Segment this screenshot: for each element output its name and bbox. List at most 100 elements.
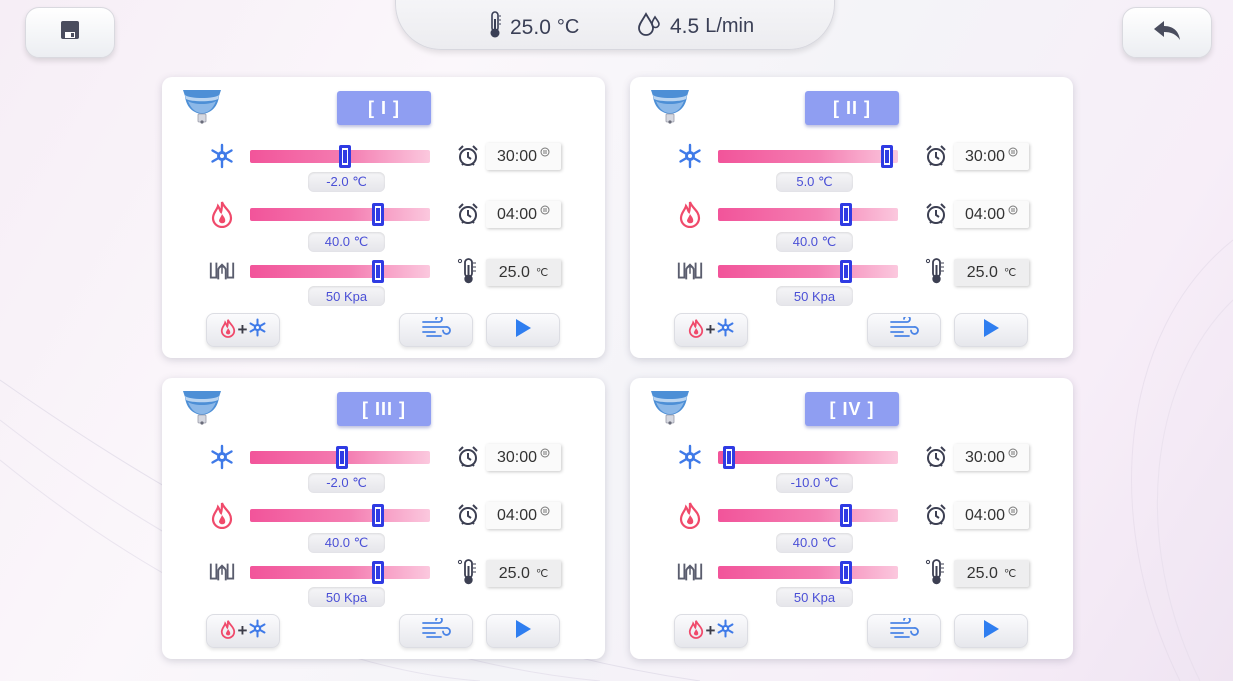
cool-timer-display[interactable]: 30:00 bbox=[954, 444, 1029, 471]
slider-thumb[interactable] bbox=[839, 203, 852, 226]
channel-card-1: [ I ] -2.0 ℃ 30:00 40.0 ℃ 04:00 50 Kpa 2… bbox=[162, 77, 605, 358]
slider-thumb[interactable] bbox=[371, 561, 384, 584]
heat-cool-combo-button[interactable]: + bbox=[674, 313, 748, 347]
cool-temperature-slider[interactable] bbox=[718, 145, 898, 168]
heat-cool-combo-button[interactable]: + bbox=[206, 614, 280, 648]
cryo-handpiece-icon bbox=[180, 387, 224, 436]
play-icon bbox=[982, 318, 1000, 343]
cryo-handpiece-icon bbox=[648, 86, 692, 135]
channel-title-button[interactable]: [ III ] bbox=[337, 392, 431, 426]
cool-temperature-slider[interactable] bbox=[250, 145, 430, 168]
slider-thumb[interactable] bbox=[371, 203, 384, 226]
water-drop-icon bbox=[636, 11, 662, 42]
start-button[interactable] bbox=[486, 614, 560, 648]
flame-icon bbox=[208, 200, 236, 228]
snowflake-icon bbox=[208, 443, 236, 471]
heat-temperature-slider[interactable] bbox=[250, 203, 430, 226]
cool-timer-display[interactable]: 30:00 bbox=[954, 143, 1029, 170]
air-flow-button[interactable] bbox=[867, 313, 941, 347]
wind-icon bbox=[421, 314, 451, 344]
slider-thumb[interactable] bbox=[335, 446, 348, 469]
pressure-slider[interactable] bbox=[250, 260, 430, 283]
alarm-clock-icon bbox=[922, 443, 950, 471]
save-button[interactable] bbox=[25, 7, 115, 58]
flow-value: 4.5 bbox=[670, 14, 700, 38]
pressure-slider[interactable] bbox=[250, 561, 430, 584]
flow-rate-readout: 4.5 L/min bbox=[636, 11, 754, 42]
channel-card-2: [ II ] 5.0 ℃ 30:00 40.0 ℃ 04:00 50 Kpa 2… bbox=[630, 77, 1073, 358]
alarm-clock-icon bbox=[922, 142, 950, 170]
timer-badge-icon bbox=[1008, 144, 1018, 162]
back-arrow-icon bbox=[1152, 19, 1182, 46]
flame-icon bbox=[676, 501, 704, 529]
air-flow-button[interactable] bbox=[399, 614, 473, 648]
air-flow-button[interactable] bbox=[867, 614, 941, 648]
vacuum-pressure-icon bbox=[208, 257, 236, 285]
heat-timer-display[interactable]: 04:00 bbox=[486, 502, 561, 529]
air-flow-button[interactable] bbox=[399, 313, 473, 347]
channel-title-button[interactable]: [ I ] bbox=[337, 91, 431, 125]
start-button[interactable] bbox=[954, 614, 1028, 648]
skin-temperature-display: 25.0 ℃ bbox=[954, 259, 1029, 286]
skin-temperature-unit: ℃ bbox=[1003, 568, 1017, 580]
heat-timer-display[interactable]: 04:00 bbox=[486, 201, 561, 228]
plus-icon: + bbox=[237, 320, 248, 339]
heat-timer-display[interactable]: 04:00 bbox=[954, 201, 1029, 228]
thermometer-icon bbox=[454, 257, 482, 285]
heat-cool-combo-button[interactable]: + bbox=[206, 313, 280, 347]
heat-temperature-value: 40.0 ℃ bbox=[308, 232, 385, 252]
snowflake-icon bbox=[716, 318, 735, 342]
channel-title-button[interactable]: [ II ] bbox=[805, 91, 899, 125]
pressure-slider[interactable] bbox=[718, 260, 898, 283]
thermometer-icon bbox=[454, 558, 482, 586]
timer-badge-icon bbox=[1008, 445, 1018, 463]
cool-temperature-slider[interactable] bbox=[718, 446, 898, 469]
heat-timer-display[interactable]: 04:00 bbox=[954, 502, 1029, 529]
save-icon bbox=[59, 19, 81, 46]
slider-thumb[interactable] bbox=[722, 446, 735, 469]
slider-thumb[interactable] bbox=[881, 145, 894, 168]
start-button[interactable] bbox=[486, 313, 560, 347]
heat-timer-value: 04:00 bbox=[964, 205, 1006, 223]
heat-temperature-value: 40.0 ℃ bbox=[776, 533, 853, 553]
slider-thumb[interactable] bbox=[371, 260, 384, 283]
cool-timer-display[interactable]: 30:00 bbox=[486, 444, 561, 471]
cool-temperature-value: -2.0 ℃ bbox=[308, 172, 385, 192]
pressure-slider[interactable] bbox=[718, 561, 898, 584]
start-button[interactable] bbox=[954, 313, 1028, 347]
timer-badge-icon bbox=[540, 202, 550, 220]
snowflake-icon bbox=[208, 142, 236, 170]
snowflake-icon bbox=[676, 443, 704, 471]
skin-temperature-value: 25.0 bbox=[498, 263, 530, 281]
plus-icon: + bbox=[705, 621, 716, 640]
alarm-clock-icon bbox=[454, 501, 482, 529]
alarm-clock-icon bbox=[454, 443, 482, 471]
heat-temperature-slider[interactable] bbox=[718, 504, 898, 527]
heat-temperature-slider[interactable] bbox=[718, 203, 898, 226]
plus-icon: + bbox=[705, 320, 716, 339]
slider-thumb[interactable] bbox=[839, 260, 852, 283]
cool-temperature-value: 5.0 ℃ bbox=[776, 172, 853, 192]
cool-temperature-value: -2.0 ℃ bbox=[308, 473, 385, 493]
slider-thumb[interactable] bbox=[839, 561, 852, 584]
wind-icon bbox=[889, 314, 919, 344]
channel-card-3: [ III ] -2.0 ℃ 30:00 40.0 ℃ 04:00 50 Kpa… bbox=[162, 378, 605, 659]
channel-title-button[interactable]: [ IV ] bbox=[805, 392, 899, 426]
flow-unit: L/min bbox=[705, 15, 755, 37]
heat-temperature-slider[interactable] bbox=[250, 504, 430, 527]
heat-cool-combo-button[interactable]: + bbox=[674, 614, 748, 648]
cool-timer-display[interactable]: 30:00 bbox=[486, 143, 561, 170]
heat-temperature-value: 40.0 ℃ bbox=[308, 533, 385, 553]
wind-icon bbox=[889, 615, 919, 645]
back-button[interactable] bbox=[1122, 7, 1212, 58]
slider-thumb[interactable] bbox=[371, 504, 384, 527]
cool-temperature-slider[interactable] bbox=[250, 446, 430, 469]
slider-thumb[interactable] bbox=[339, 145, 352, 168]
status-bar: 25.0 °C 4.5 L/min bbox=[395, 0, 835, 50]
timer-badge-icon bbox=[540, 445, 550, 463]
heat-timer-value: 04:00 bbox=[496, 205, 538, 223]
skin-temperature-unit: ℃ bbox=[1003, 267, 1017, 279]
flame-icon bbox=[208, 501, 236, 529]
slider-thumb[interactable] bbox=[839, 504, 852, 527]
skin-temperature-value: 25.0 bbox=[966, 263, 998, 281]
